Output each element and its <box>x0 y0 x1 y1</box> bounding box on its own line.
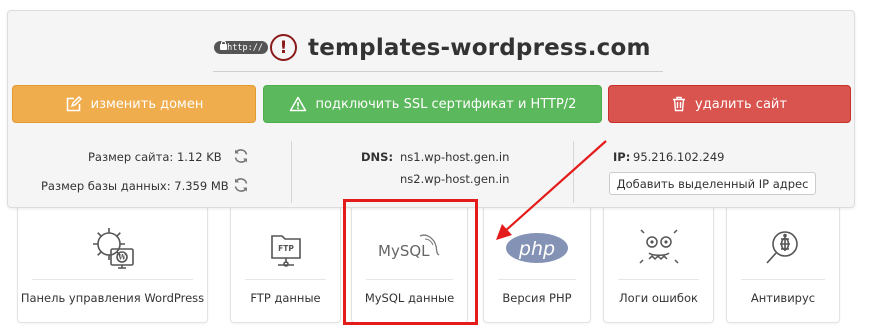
dns-ns1: ns1.wp-host.gen.in <box>400 150 510 164</box>
ftp-folder-icon: FTP <box>231 220 340 276</box>
ssl-button[interactable]: подключить SSL сертификат и HTTP/2 <box>263 85 602 123</box>
domain-title: templates-wordpress.com <box>308 34 651 61</box>
dns-label: DNS: <box>361 150 394 164</box>
trash-icon <box>673 96 686 112</box>
wordpress-gear-icon: W <box>18 220 207 276</box>
tile-label: Версия PHP <box>502 291 572 305</box>
add-dedicated-ip-button[interactable]: Добавить выделенный IP адрес <box>609 172 816 195</box>
warning-icon: ! <box>270 34 297 61</box>
column-divider <box>573 141 574 203</box>
change-domain-button[interactable]: изменить домен <box>12 85 256 123</box>
dns-ns2: ns2.wp-host.gen.in <box>400 172 510 186</box>
tile-antivirus[interactable]: Антивирус <box>726 205 840 323</box>
tile-ftp[interactable]: FTP FTP данные <box>230 205 341 323</box>
db-size: Размер базы данных: 7.359 MB <box>41 179 229 193</box>
delete-site-button[interactable]: удалить сайт <box>608 85 851 123</box>
url-badge-text: http:// <box>227 42 263 53</box>
tile-divider <box>245 279 326 280</box>
db-size-value: 7.359 MB <box>174 179 229 193</box>
domain-card: http:// ! templates-wordpress.com измени… <box>7 10 855 208</box>
tile-label: FTP данные <box>250 291 321 305</box>
warning-glyph: ! <box>279 37 288 58</box>
svg-text:FTP: FTP <box>278 244 294 253</box>
error-bug-icon <box>604 220 713 276</box>
antivirus-icon <box>727 220 839 276</box>
lock-icon <box>220 41 227 50</box>
ip-label: IP: <box>613 150 631 164</box>
mysql-highlight-box <box>343 199 478 325</box>
edit-icon <box>66 95 82 111</box>
tile-divider <box>498 279 576 280</box>
refresh-site-size-icon[interactable] <box>233 148 249 164</box>
svg-text:W: W <box>117 253 126 262</box>
db-size-label: Размер базы данных: <box>41 179 171 193</box>
tile-php[interactable]: php Версия PHP <box>483 205 591 323</box>
change-domain-label: изменить домен <box>90 96 204 112</box>
domain-divider <box>213 71 663 72</box>
tile-divider <box>618 279 699 280</box>
tile-divider <box>741 279 825 280</box>
site-size-value: 1.12 KB <box>176 150 222 164</box>
url-badge: http:// <box>214 41 268 54</box>
domain-header: http:// ! templates-wordpress.com <box>214 34 651 61</box>
ip-value: 95.216.102.249 <box>633 150 725 164</box>
site-size: Размер сайта: 1.12 KB <box>88 150 222 164</box>
hosting-panel: W Панель управления WordPress FTP FTP да… <box>0 0 869 332</box>
site-size-label: Размер сайта: <box>88 150 174 164</box>
column-divider <box>291 141 292 203</box>
tile-error-logs[interactable]: Логи ошибок <box>603 205 714 323</box>
delete-site-label: удалить сайт <box>695 96 787 112</box>
php-logo-icon: php <box>484 220 590 276</box>
tile-label: Антивирус <box>750 291 816 305</box>
svg-text:php: php <box>518 238 555 260</box>
refresh-db-size-icon[interactable] <box>233 177 249 193</box>
tile-divider <box>32 279 193 280</box>
ssl-label: подключить SSL сертификат и HTTP/2 <box>315 96 577 112</box>
warning-triangle-icon <box>289 96 306 112</box>
tile-label: Логи ошибок <box>619 291 698 305</box>
tile-wordpress-panel[interactable]: W Панель управления WordPress <box>17 205 208 323</box>
tile-label: Панель управления WordPress <box>20 291 205 305</box>
